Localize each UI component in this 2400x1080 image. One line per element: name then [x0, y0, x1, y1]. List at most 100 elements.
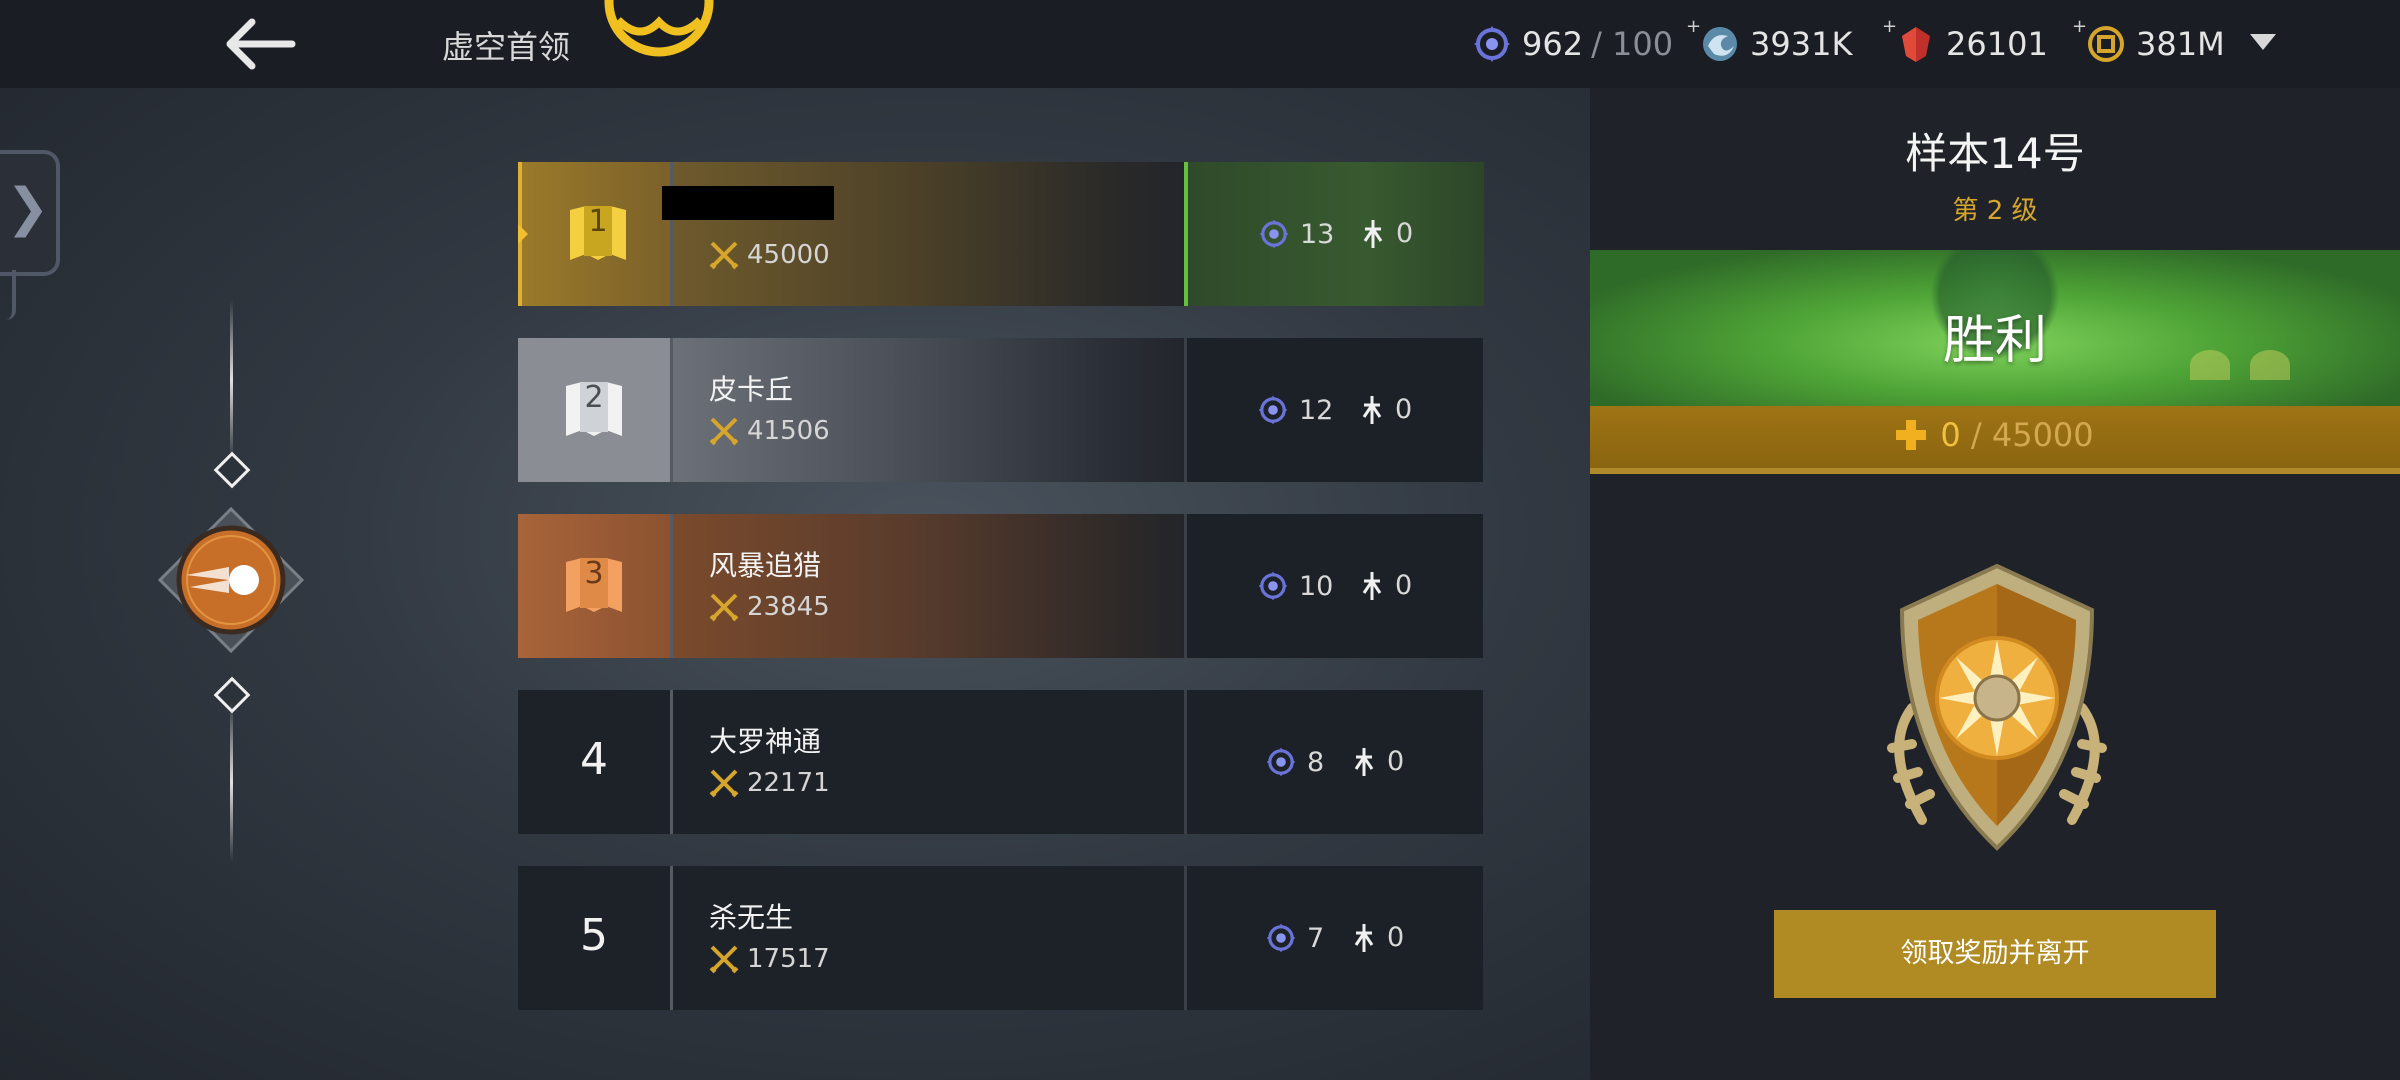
rank-number: 4 [580, 734, 608, 785]
side-drawer-edge [0, 270, 16, 320]
add-icon[interactable]: + [1686, 16, 1701, 37]
player-info: 皮卡丘 41506 [670, 338, 1185, 482]
gold-value: 381M [2136, 25, 2225, 63]
energy-count: 13 [1300, 218, 1335, 250]
top-bar: 虚空首领 962 / 100 + 3931K + 26101 + 381M [0, 0, 2400, 88]
dagger-icon [1354, 747, 1374, 776]
leaderboard-row[interactable]: 1 45000 13 0 [518, 162, 1484, 306]
kills-count: 0 [1387, 746, 1405, 777]
power-value: 45000 [747, 240, 830, 270]
gold-coin-icon [2088, 26, 2124, 62]
result-panel: 样本14号 第 2 级 胜利 0 / 45000 领取奖励并离开 [1590, 88, 2400, 1080]
progress-track-top [230, 300, 233, 460]
energy-stat: 12 [1257, 394, 1333, 426]
energy-stat: 13 [1258, 218, 1334, 250]
energy-count: 7 [1307, 922, 1325, 954]
rank-cell: 3 [518, 514, 670, 658]
crossed-swords-icon [709, 945, 739, 974]
power-value: 23845 [747, 592, 830, 622]
dagger-icon [1362, 395, 1382, 424]
player-stats: 13 0 [1184, 162, 1484, 306]
dagger-icon [1362, 571, 1382, 600]
claim-reward-button[interactable]: 领取奖励并离开 [1774, 910, 2216, 998]
red-crystal-icon [1902, 27, 1930, 62]
rank-number: 2 [584, 380, 604, 415]
vortex-value: 3931K [1750, 25, 1853, 63]
kills-stat: 0 [1359, 570, 1412, 601]
player-info: 45000 [670, 162, 1185, 306]
vortex-resource[interactable]: + 3931K [1686, 16, 1853, 68]
player-power: 41506 [709, 416, 830, 446]
energy-stat: 7 [1265, 922, 1324, 954]
kills-stat: 0 [1359, 394, 1412, 425]
chevron-right-icon: ❯ [6, 178, 50, 238]
power-value: 41506 [747, 416, 830, 446]
rank-cell: 4 [518, 690, 670, 834]
add-icon[interactable]: + [2072, 16, 2087, 37]
energy-icon [1258, 395, 1288, 425]
energy-icon [1259, 219, 1289, 249]
player-stats: 10 0 [1184, 514, 1483, 658]
energy-stat: 10 [1257, 570, 1333, 602]
energy-value: 962 [1522, 25, 1584, 63]
rank-cell: 1 [518, 162, 674, 306]
boss-stage-emblem-icon [157, 506, 305, 654]
rank-number: 3 [584, 556, 604, 591]
crossed-swords-icon [709, 241, 739, 270]
back-arrow-icon[interactable] [222, 16, 296, 72]
sun-shield-rank-icon [1887, 563, 2107, 851]
leaderboard-row[interactable]: 3 风暴追猎 23845 10 0 [518, 514, 1483, 658]
player-stats: 8 0 [1184, 690, 1483, 834]
gold-resource[interactable]: + 381M [2072, 16, 2225, 68]
rank-cell: 2 [518, 338, 670, 482]
progress-total: / 45000 [1970, 416, 2094, 454]
player-name: 大罗神通 [709, 725, 822, 758]
stage-level: 第 2 级 [1952, 196, 2038, 226]
progress-current: 0 [1940, 416, 1961, 454]
player-power: 45000 [709, 240, 830, 270]
energy-count: 10 [1299, 570, 1334, 602]
leaderboard-row[interactable]: 2 皮卡丘 41506 12 0 [518, 338, 1483, 482]
outcome-text: 胜利 [1942, 311, 2047, 371]
crossed-swords-icon [709, 769, 739, 798]
kills-stat: 0 [1360, 218, 1413, 249]
mode-logo-icon [604, 0, 714, 57]
power-value: 17517 [747, 944, 830, 974]
reward-progress-bar: 0 / 45000 [1590, 406, 2400, 474]
dagger-icon [1363, 219, 1383, 248]
leaderboard-row[interactable]: 5 杀无生 17517 7 0 [518, 866, 1483, 1010]
power-value: 22171 [747, 768, 830, 798]
crystal-resource[interactable]: + 26101 [1882, 16, 2048, 68]
kills-count: 0 [1387, 922, 1405, 953]
chevron-down-icon[interactable] [2250, 34, 2276, 50]
kills-stat: 0 [1351, 746, 1404, 777]
kills-stat: 0 [1351, 922, 1404, 953]
player-stats: 7 0 [1184, 866, 1483, 1010]
energy-icon [1474, 26, 1510, 62]
player-name: 风暴追猎 [709, 549, 822, 582]
reward-progress: 0 / 45000 [1590, 416, 2400, 454]
page-title: 虚空首领 [442, 28, 571, 66]
player-info: 风暴追猎 23845 [670, 514, 1185, 658]
rank-number: 5 [580, 910, 608, 961]
redacted-name-block [662, 186, 834, 220]
player-power: 17517 [709, 944, 830, 974]
energy-icon [1266, 923, 1296, 953]
victory-banner: 胜利 [1590, 250, 2400, 406]
side-drawer-tab[interactable]: ❯ [0, 150, 60, 276]
player-name: 皮卡丘 [709, 373, 794, 406]
crossed-swords-icon [709, 593, 739, 622]
energy-resource[interactable]: 962 / 100 [1472, 20, 1673, 68]
energy-stat: 8 [1265, 746, 1324, 778]
energy-count: 12 [1299, 394, 1334, 426]
crystal-value: 26101 [1946, 25, 2048, 63]
player-info: 大罗神通 22171 [670, 690, 1185, 834]
player-power: 23845 [709, 592, 830, 622]
add-icon[interactable]: + [1882, 16, 1897, 37]
energy-max: / 100 [1591, 25, 1674, 63]
player-info: 杀无生 17517 [670, 866, 1185, 1010]
progress-track-bottom [230, 702, 233, 862]
energy-icon [1266, 747, 1296, 777]
vortex-currency-icon [1703, 27, 1737, 61]
leaderboard-row[interactable]: 4 大罗神通 22171 8 0 [518, 690, 1483, 834]
